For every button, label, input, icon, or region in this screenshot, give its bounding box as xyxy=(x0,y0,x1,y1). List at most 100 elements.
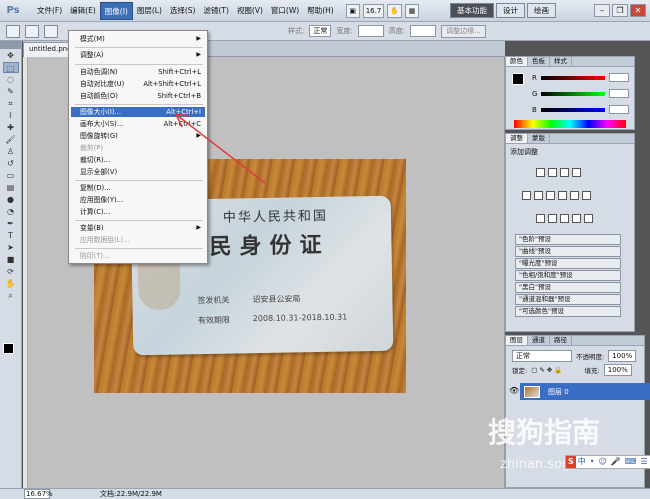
hand-tool-icon[interactable]: ✋ xyxy=(3,278,19,289)
brightness-icon[interactable] xyxy=(536,168,545,177)
add-selection-icon[interactable] xyxy=(44,24,58,38)
arrange-documents-icon[interactable]: ▦ xyxy=(405,3,420,18)
blur-tool-icon[interactable]: ● xyxy=(3,194,19,205)
tab-masks[interactable]: 蒙版 xyxy=(528,134,550,143)
preset-hue-saturation[interactable]: "色相/饱和度"预设 xyxy=(515,270,621,281)
refine-edge-button[interactable]: 调整边缘... xyxy=(441,24,486,38)
lasso-tool-icon[interactable]: ◌ xyxy=(3,74,19,85)
menu-layer[interactable]: 图层(L) xyxy=(133,2,166,20)
layer-row[interactable]: 图层 0 xyxy=(520,383,650,400)
ime-chinese-toggle[interactable]: 中 xyxy=(576,456,588,468)
restore-icon[interactable]: ❐ xyxy=(612,4,628,17)
ime-emoji-icon[interactable]: ☺ xyxy=(596,456,608,468)
curves-icon[interactable] xyxy=(560,168,569,177)
threshold-icon[interactable] xyxy=(560,214,569,223)
menu-select[interactable]: 选择(S) xyxy=(166,2,200,20)
healing-brush-tool-icon[interactable]: ✚ xyxy=(3,122,19,133)
ime-logo-icon[interactable]: S xyxy=(566,456,576,468)
levels-icon[interactable] xyxy=(548,168,557,177)
dodge-tool-icon[interactable]: ◔ xyxy=(3,206,19,217)
eraser-tool-icon[interactable]: ▭ xyxy=(3,170,19,181)
menu-item-auto-tone[interactable]: 自动色调(N) Shift+Ctrl+L xyxy=(71,67,205,77)
close-icon[interactable]: ✕ xyxy=(630,4,646,17)
green-value-field[interactable] xyxy=(609,89,630,98)
blue-value-field[interactable] xyxy=(608,105,629,114)
path-select-tool-icon[interactable]: ➤ xyxy=(3,242,19,253)
brush-tool-icon[interactable]: 🖌 xyxy=(3,134,19,145)
style-select[interactable]: 正常 xyxy=(309,25,332,37)
blend-mode-select[interactable]: 正常 xyxy=(512,350,572,362)
menu-item-calculations[interactable]: 计算(C)... xyxy=(71,207,205,217)
shape-tool-icon[interactable]: ■ xyxy=(3,254,19,265)
green-slider[interactable] xyxy=(541,91,606,96)
crop-tool-icon[interactable]: ⌗ xyxy=(3,98,19,109)
menu-view[interactable]: 视图(V) xyxy=(233,2,267,20)
photo-filter-icon[interactable] xyxy=(570,191,579,200)
preset-levels[interactable]: "色阶"预设 xyxy=(515,234,621,245)
selective-color-icon[interactable] xyxy=(584,214,593,223)
history-brush-tool-icon[interactable]: ↺ xyxy=(3,158,19,169)
hand-icon[interactable]: ✋ xyxy=(387,3,403,18)
tab-adjustments[interactable]: 调整 xyxy=(506,134,528,143)
tab-layers[interactable]: 图层 xyxy=(506,336,528,345)
height-field[interactable] xyxy=(410,25,437,37)
menu-edit[interactable]: 编辑(E) xyxy=(66,2,100,20)
move-tool-icon[interactable]: ✥ xyxy=(3,50,19,61)
exposure-icon[interactable] xyxy=(572,168,581,177)
preset-channel-mixer[interactable]: "通道混和器"预设 xyxy=(515,294,621,305)
red-value-field[interactable] xyxy=(608,73,629,82)
posterize-icon[interactable] xyxy=(548,214,557,223)
menu-file[interactable]: 文件(F) xyxy=(33,2,66,20)
pen-tool-icon[interactable]: ✒ xyxy=(3,218,19,229)
gradient-tool-icon[interactable]: ▤ xyxy=(3,182,19,193)
tab-paths[interactable]: 路径 xyxy=(550,336,572,345)
workspace-essentials[interactable]: 基本功能 xyxy=(450,3,494,18)
3d-rotate-tool-icon[interactable]: ⟳ xyxy=(3,266,19,277)
eyedropper-tool-icon[interactable]: ⌇ xyxy=(3,110,19,121)
menu-item-variables[interactable]: 变量(B) ▶ xyxy=(71,223,205,233)
preset-black-white[interactable]: "黑白"预设 xyxy=(515,282,621,293)
new-selection-icon[interactable] xyxy=(25,24,39,38)
ime-keyboard-icon[interactable]: ⌨ xyxy=(623,456,639,468)
status-zoom-field[interactable]: 16.67% xyxy=(24,489,53,499)
tab-channels[interactable]: 通道 xyxy=(528,336,550,345)
zoom-tool-icon[interactable]: ⌕ xyxy=(3,290,19,301)
menu-window[interactable]: 窗口(W) xyxy=(267,2,303,20)
width-field[interactable] xyxy=(357,25,384,37)
workspace-design[interactable]: 设计 xyxy=(496,3,525,18)
panel-foreground-swatch[interactable] xyxy=(512,73,524,85)
preset-curves[interactable]: "曲线"预设 xyxy=(515,246,621,257)
tab-color[interactable]: 颜色 xyxy=(506,57,528,66)
tab-styles[interactable]: 样式 xyxy=(550,57,572,66)
gradient-map-icon[interactable] xyxy=(572,214,581,223)
menu-item-adjustments[interactable]: 调整(A) ▶ xyxy=(71,50,205,60)
menu-item-apply-image[interactable]: 应用图像(Y)... xyxy=(71,195,205,205)
menu-item-auto-contrast[interactable]: 自动对比度(U) Alt+Shift+Ctrl+L xyxy=(71,79,205,89)
blue-slider[interactable] xyxy=(540,107,605,112)
opacity-field[interactable]: 100% xyxy=(608,350,637,362)
ime-menu-icon[interactable]: ☰ xyxy=(638,456,649,468)
black-white-icon[interactable] xyxy=(558,191,567,200)
zoom-level-field[interactable]: 16.7 xyxy=(362,3,385,18)
menu-item-auto-color[interactable]: 自动颜色(O) Shift+Ctrl+B xyxy=(71,91,205,101)
clone-stamp-tool-icon[interactable]: ♙ xyxy=(3,146,19,157)
fill-field[interactable]: 100% xyxy=(603,364,632,376)
preset-exposure[interactable]: "曝光度"预设 xyxy=(515,258,621,269)
minimize-icon[interactable]: – xyxy=(594,4,610,17)
lock-icons[interactable]: ▢ ✎ ✥ 🔒 xyxy=(531,366,562,374)
workspace-painting[interactable]: 绘画 xyxy=(527,3,556,18)
menu-filter[interactable]: 滤镜(T) xyxy=(200,2,233,20)
hue-saturation-icon[interactable] xyxy=(534,191,543,200)
ime-voice-icon[interactable]: 🎤 xyxy=(609,456,623,468)
menu-item-mode[interactable]: 模式(M) ▶ xyxy=(71,34,205,44)
marquee-preset-icon[interactable] xyxy=(6,24,20,38)
menu-help[interactable]: 帮助(H) xyxy=(303,2,338,20)
invert-icon[interactable] xyxy=(536,214,545,223)
vibrance-icon[interactable] xyxy=(522,191,531,200)
foreground-color-swatch[interactable] xyxy=(3,343,14,354)
color-spectrum-ramp[interactable] xyxy=(514,120,626,128)
channel-mixer-icon[interactable] xyxy=(582,191,591,200)
menu-image[interactable]: 图像(I) xyxy=(99,1,133,20)
color-balance-icon[interactable] xyxy=(546,191,555,200)
tab-swatches[interactable]: 色板 xyxy=(528,57,550,66)
